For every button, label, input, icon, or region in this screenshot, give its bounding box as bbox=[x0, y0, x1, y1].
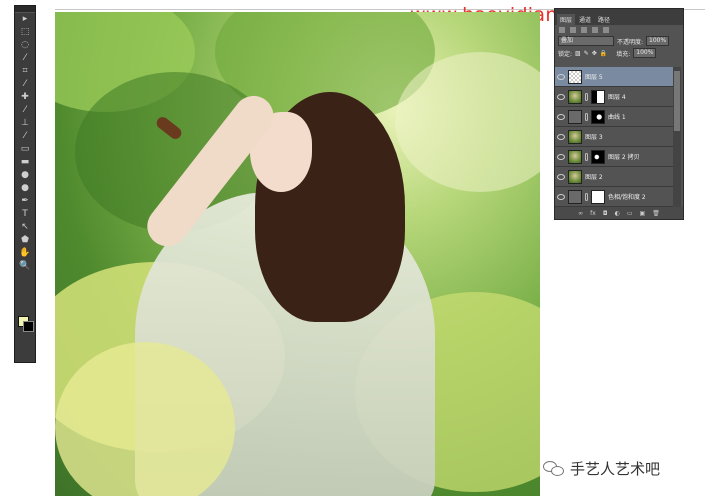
lock-paint-icon[interactable]: ✎ bbox=[584, 50, 589, 57]
add-mask-icon[interactable]: ◘ bbox=[603, 210, 608, 217]
tab-layers[interactable]: 图层 bbox=[557, 14, 576, 25]
link-layers-icon[interactable]: ∞ bbox=[578, 210, 583, 217]
healing-brush-tool-icon[interactable]: ✚ bbox=[15, 91, 35, 104]
tools-panel: ▸ ⬚ ◌ ⁄ ⌗ ⁄ ✚ ⁄ ⊥ ⁄ ▭ ▬ ● ● ✒ T ↖ ⬟ ✋ 🔍 bbox=[14, 5, 36, 363]
layer-row[interactable]: 图层 5 bbox=[555, 67, 673, 87]
dodge-tool-icon[interactable]: ● bbox=[15, 182, 35, 195]
link-chain-icon[interactable] bbox=[585, 112, 588, 121]
brush-tool-icon[interactable]: ⁄ bbox=[15, 104, 35, 117]
wechat-icon bbox=[543, 460, 565, 478]
layer-row[interactable]: 曲线 1 bbox=[555, 107, 673, 127]
filter-adjust-icon[interactable] bbox=[581, 27, 587, 33]
filter-kind-icon[interactable] bbox=[559, 27, 565, 33]
layer-thumbnail bbox=[568, 129, 582, 144]
zoom-tool-icon[interactable]: 🔍 bbox=[15, 260, 35, 273]
lock-label: 锁定: bbox=[558, 50, 573, 58]
filter-type-icon[interactable] bbox=[592, 27, 598, 33]
new-layer-icon[interactable]: ▣ bbox=[640, 210, 646, 217]
layer-list-scrollbar[interactable] bbox=[673, 67, 681, 207]
link-chain-icon[interactable] bbox=[585, 92, 588, 101]
gradient-tool-icon[interactable]: ▬ bbox=[15, 156, 35, 169]
layer-mask-thumbnail[interactable] bbox=[591, 89, 605, 104]
crop-tool-icon[interactable]: ⌗ bbox=[15, 65, 35, 78]
layer-thumbnail bbox=[568, 189, 582, 204]
panel-bottom-bar: ∞ fx ◘ ◐ ▭ ▣ 🗑 bbox=[555, 207, 683, 219]
trash-icon[interactable]: 🗑 bbox=[652, 210, 660, 217]
layer-name: 图层 2 bbox=[585, 174, 603, 181]
layer-row[interactable]: 图层 2 bbox=[555, 167, 673, 187]
layer-row[interactable]: 图层 3 bbox=[555, 127, 673, 147]
tab-paths[interactable]: 路径 bbox=[595, 14, 614, 25]
layer-row[interactable]: 图层 2 拷贝 bbox=[555, 147, 673, 167]
visibility-eye-icon[interactable] bbox=[557, 153, 565, 160]
badge-text: 手艺人艺术吧 bbox=[570, 460, 661, 478]
visibility-eye-icon[interactable] bbox=[557, 193, 565, 200]
visibility-eye-icon[interactable] bbox=[557, 93, 565, 100]
visibility-eye-icon[interactable] bbox=[557, 73, 565, 80]
wechat-badge: 手艺人艺术吧 bbox=[543, 458, 660, 479]
clone-stamp-tool-icon[interactable]: ⊥ bbox=[15, 117, 35, 130]
group-icon[interactable]: ▭ bbox=[627, 210, 633, 217]
layer-thumbnail bbox=[568, 149, 582, 164]
link-chain-icon[interactable] bbox=[585, 152, 588, 161]
marquee-tool-icon[interactable]: ⬚ bbox=[15, 26, 35, 39]
layer-name: 曲线 1 bbox=[608, 114, 626, 121]
canvas-photo bbox=[55, 12, 540, 496]
layers-panel: 图层 通道 路径 叠加 不透明度: 100% 锁定: ▨ ✎ ✥ 🔒 填充: 1… bbox=[554, 8, 684, 220]
blend-row: 叠加 不透明度: 100% bbox=[555, 35, 683, 47]
layer-name: 图层 3 bbox=[585, 134, 603, 141]
fill-input[interactable]: 100% bbox=[633, 48, 657, 58]
lock-all-icon[interactable]: 🔒 bbox=[600, 50, 607, 57]
visibility-eye-icon[interactable] bbox=[557, 113, 565, 120]
quick-select-tool-icon[interactable]: ⁄ bbox=[15, 52, 35, 65]
hand-tool-icon[interactable]: ✋ bbox=[15, 247, 35, 260]
layer-mask-thumbnail[interactable] bbox=[591, 109, 605, 124]
layer-row[interactable]: 图层 4 bbox=[555, 87, 673, 107]
fill-label: 填充: bbox=[616, 50, 631, 58]
type-tool-icon[interactable]: T bbox=[15, 208, 35, 221]
visibility-eye-icon[interactable] bbox=[557, 133, 565, 140]
filter-pixel-icon[interactable] bbox=[570, 27, 576, 33]
layer-mask-thumbnail[interactable] bbox=[591, 189, 605, 204]
opacity-label: 不透明度: bbox=[617, 38, 644, 46]
scrollbar-thumb[interactable] bbox=[674, 71, 680, 131]
layer-name: 图层 2 拷贝 bbox=[608, 154, 640, 161]
move-tool-icon[interactable]: ▸ bbox=[15, 13, 35, 26]
layer-thumbnail bbox=[568, 89, 582, 104]
layer-mask-thumbnail[interactable] bbox=[591, 149, 605, 164]
panel-grip[interactable] bbox=[15, 6, 35, 13]
visibility-eye-icon[interactable] bbox=[557, 173, 565, 180]
lock-pixels-icon[interactable]: ▨ bbox=[575, 50, 581, 57]
lock-row: 锁定: ▨ ✎ ✥ 🔒 填充: 100% bbox=[555, 47, 683, 59]
path-select-tool-icon[interactable]: ↖ bbox=[15, 221, 35, 234]
lasso-tool-icon[interactable]: ◌ bbox=[15, 39, 35, 52]
layer-row[interactable]: 色相/饱和度 2 bbox=[555, 187, 673, 207]
filter-shape-icon[interactable] bbox=[603, 27, 609, 33]
blend-mode-select[interactable]: 叠加 bbox=[558, 36, 614, 46]
opacity-input[interactable]: 100% bbox=[646, 36, 670, 46]
eyedropper-tool-icon[interactable]: ⁄ bbox=[15, 78, 35, 91]
shape-tool-icon[interactable]: ⬟ bbox=[15, 234, 35, 247]
panel-tabs: 图层 通道 路径 bbox=[555, 9, 683, 25]
eraser-tool-icon[interactable]: ▭ bbox=[15, 143, 35, 156]
adjustment-layer-icon[interactable]: ◐ bbox=[615, 210, 620, 217]
link-chain-icon[interactable] bbox=[585, 192, 588, 201]
filter-row bbox=[555, 25, 683, 35]
pen-tool-icon[interactable]: ✒ bbox=[15, 195, 35, 208]
layer-name: 图层 4 bbox=[608, 94, 626, 101]
fx-icon[interactable]: fx bbox=[590, 210, 596, 217]
layer-name: 图层 5 bbox=[585, 74, 603, 81]
layer-name: 色相/饱和度 2 bbox=[608, 194, 646, 201]
history-brush-tool-icon[interactable]: ⁄ bbox=[15, 130, 35, 143]
layer-thumbnail bbox=[568, 169, 582, 184]
blur-tool-icon[interactable]: ● bbox=[15, 169, 35, 182]
tab-channels[interactable]: 通道 bbox=[576, 14, 595, 25]
layer-thumbnail bbox=[568, 69, 582, 84]
layer-thumbnail bbox=[568, 109, 582, 124]
lock-move-icon[interactable]: ✥ bbox=[592, 50, 597, 57]
background-color-swatch[interactable] bbox=[23, 321, 34, 332]
layer-list: 图层 5 图层 4 曲线 1 图层 3 图层 2 拷贝图层 2 色相/饱和度 2 bbox=[555, 67, 673, 207]
